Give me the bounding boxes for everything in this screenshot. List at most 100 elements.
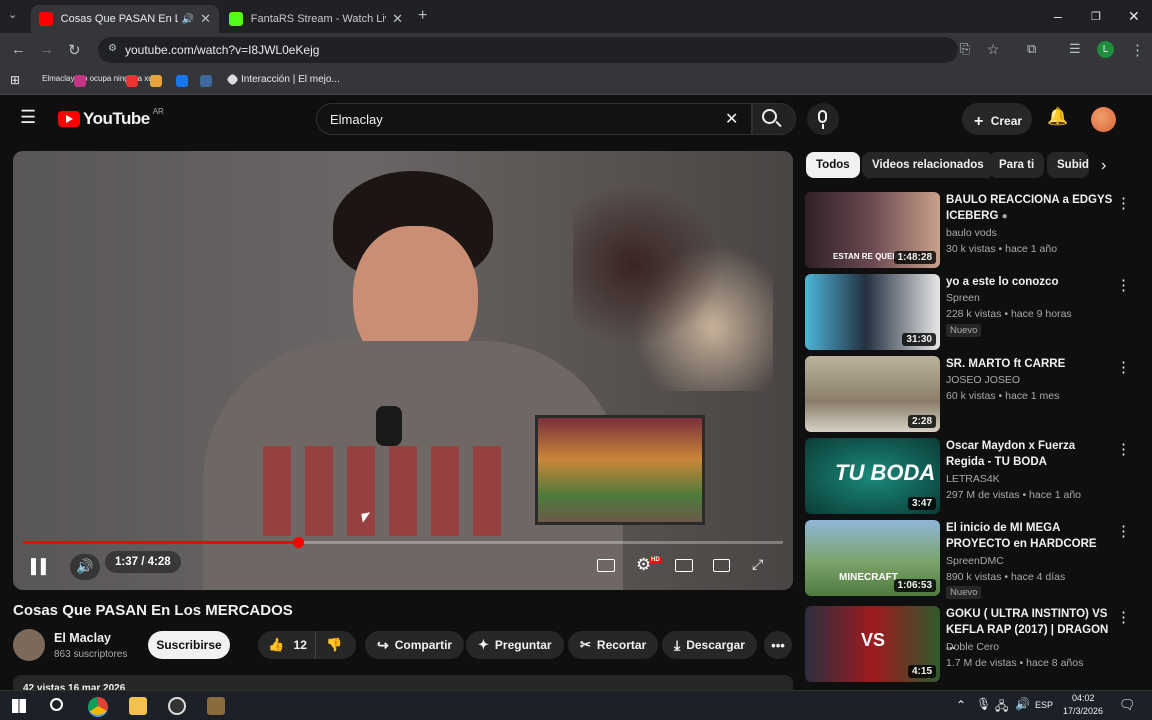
more-vertical-icon[interactable]: ⋮ [1116,522,1131,540]
subtitles-icon[interactable] [597,559,615,572]
site-info-icon[interactable]: ⚙ [108,43,117,54]
video-frame[interactable] [13,151,793,590]
market-screen [535,415,705,525]
clock-time[interactable]: 04:02 [1072,693,1095,703]
new-tab-icon[interactable]: + [418,7,427,25]
language-indicator[interactable]: ESP [1035,700,1053,710]
tab-search-icon[interactable]: ⌄ [8,8,17,21]
close-tab-icon[interactable]: ✕ [200,11,211,27]
recommendation-item[interactable]: 31:30 yo a este lo conozco Spreen 228 k … [805,274,1145,350]
miniplayer-icon[interactable] [675,559,693,572]
recommendation-item[interactable]: 2:28 SR. MARTO ft CARRE JOSEO JOSEO 60 k… [805,356,1145,432]
download-button[interactable]: ⤓ Descargar [662,631,757,659]
more-actions-button[interactable]: ••• [764,631,792,659]
clear-search-icon[interactable]: ✕ [725,109,738,129]
tray-mic-icon[interactable]: 🎙 [976,697,991,711]
clip-button[interactable]: ✂ Recortar [568,631,659,659]
account-avatar[interactable] [1091,107,1116,132]
recommendation-channel: baulo vods [946,227,997,239]
close-tab-icon[interactable]: ✕ [392,11,403,27]
cast-icon[interactable] [713,559,730,572]
search-button[interactable] [752,103,796,135]
steam-icon[interactable] [200,75,212,87]
more-vertical-icon[interactable]: ⋮ [1116,440,1131,458]
more-vertical-icon[interactable]: ⋮ [1116,194,1131,212]
bookmark-item[interactable]: Interacción | El mejo... [226,73,340,86]
reload-icon[interactable]: ↻ [68,41,81,59]
video-thumbnail[interactable]: MINECRAFT 1:06:53 [805,520,940,596]
create-button[interactable]: + Crear [962,103,1032,135]
minimize-icon[interactable]: – [1054,8,1062,24]
notifications-bell-icon[interactable]: 🔔 [1047,107,1068,127]
instagram-icon[interactable] [74,75,86,87]
bookmark-star-icon[interactable]: ☆ [987,41,1000,58]
recommendation-item[interactable]: VS 4:15 GOKU ( ULTRA INSTINTO) VS KEFLA … [805,606,1145,682]
extensions-icon[interactable]: ⧉ [1027,41,1036,57]
progress-bar[interactable] [23,537,783,548]
clock-date[interactable]: 17/3/2026 [1063,706,1103,716]
video-player[interactable]: ▌▌ 🔊 1:37 / 4:28 ⚙ HD ⤢ [13,151,793,590]
apps-icon[interactable]: ⊞ [10,73,20,87]
install-app-icon[interactable]: ⎘ [960,41,970,57]
video-thumbnail[interactable]: ESTAN RE QUEMA 1:48:28 [805,192,940,268]
back-icon[interactable]: ← [11,41,26,58]
video-thumbnail[interactable]: TU BODA 3:47 [805,438,940,514]
channel-avatar[interactable] [13,629,45,661]
video-thumbnail[interactable]: VS 4:15 [805,606,940,682]
more-vertical-icon[interactable]: ⋮ [1116,276,1131,294]
video-thumbnail[interactable]: 2:28 [805,356,940,432]
guide-menu-icon[interactable]: ☰ [20,107,36,128]
pause-button[interactable]: ▌▌ [31,558,51,574]
share-button[interactable]: ↪ Compartir [365,631,465,659]
voice-search-button[interactable] [807,103,839,135]
kick-favicon-icon [229,12,243,26]
scissors-icon: ✂ [580,637,591,652]
download-label: Descargar [686,638,745,652]
chip-related[interactable]: Videos relacionados [862,152,994,178]
chip-uploaded[interactable]: Subid [1047,152,1089,178]
tray-chevron-icon[interactable]: ⌃ [956,698,966,712]
close-window-icon[interactable]: ✕ [1128,8,1140,25]
restore-icon[interactable]: ❐ [1091,10,1101,23]
like-button[interactable]: 👍 12 [258,631,316,659]
reading-list-icon[interactable]: ☰ [1069,41,1081,57]
chrome-taskbar-icon[interactable] [88,697,108,717]
tab-kick[interactable]: FantaRS Stream - Watch Live on ✕ [221,5,411,33]
taskbar-search-icon[interactable] [50,698,63,711]
address-bar[interactable]: ⚙ youtube.com/watch?v=I8JWL0eKejg [98,37,958,63]
chip-for-you[interactable]: Para ti [989,152,1045,178]
more-vertical-icon[interactable]: ⋮ [1116,358,1131,376]
thumbs-down-icon[interactable]: 👎 [326,637,342,653]
channel-name[interactable]: El Maclay [54,631,111,645]
minecraft-icon[interactable] [207,697,225,715]
recommendation-item[interactable]: MINECRAFT 1:06:53 El inicio de MI MEGA P… [805,520,1145,599]
forward-icon[interactable]: → [39,41,54,58]
volume-button[interactable]: 🔊 [70,554,100,580]
network-icon[interactable]: 🖧 [995,697,1008,718]
bookmark-site-icon[interactable] [126,75,138,87]
windows-start-icon[interactable] [12,699,26,713]
ask-button[interactable]: ✦ Preguntar [466,631,564,659]
recommendation-item[interactable]: ESTAN RE QUEMA 1:48:28 BAULO REACCIONA a… [805,192,1145,268]
fullscreen-icon[interactable]: ⤢ [752,556,763,573]
video-title: Cosas Que PASAN En Los MERCADOS [13,602,293,619]
file-explorer-icon[interactable] [129,697,147,715]
more-vertical-icon[interactable]: ⋮ [1116,608,1131,626]
bookmark-site-icon[interactable] [150,75,162,87]
tab-youtube[interactable]: Cosas Que PASAN En Los M 🔊 ✕ [31,5,219,33]
subscribe-button[interactable]: Suscribirse [148,631,230,659]
profile-avatar[interactable]: L [1097,41,1114,58]
facebook-icon[interactable] [176,75,188,87]
volume-tray-icon[interactable]: 🔊 [1015,697,1030,711]
obs-icon[interactable] [168,697,186,715]
recommendation-item[interactable]: TU BODA 3:47 Oscar Maydon x Fuerza Regid… [805,438,1145,514]
search-input[interactable]: Elmaclay ✕ [316,103,752,135]
like-count: 12 [293,638,307,652]
chrome-menu-icon[interactable]: ⋮ [1130,41,1145,59]
chevron-right-icon[interactable]: › [1101,157,1106,175]
recommendation-title: El inicio de MI MEGA PROYECTO en HARDCOR… [946,522,1097,550]
video-thumbnail[interactable]: 31:30 [805,274,940,350]
chip-all[interactable]: Todos [806,152,860,178]
notifications-icon[interactable]: 🗨 [1119,697,1136,713]
youtube-logo[interactable]: YouTube AR [58,107,164,129]
